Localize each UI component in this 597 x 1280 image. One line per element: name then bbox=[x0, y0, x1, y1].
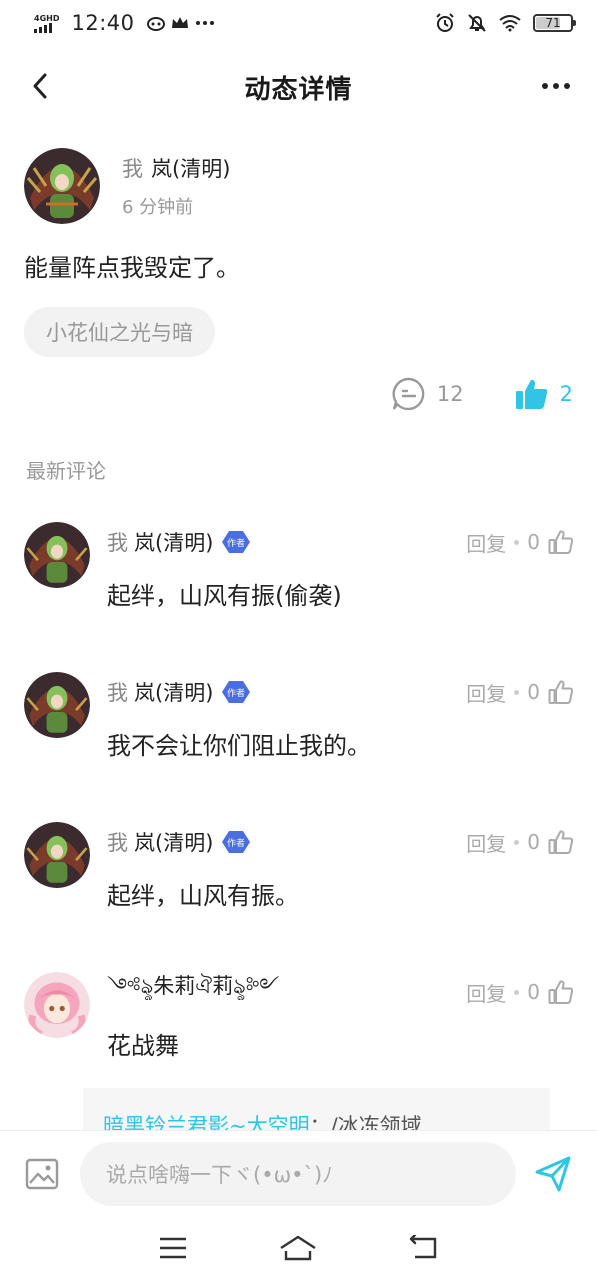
like-count: 2 bbox=[559, 382, 573, 406]
comment-like-icon[interactable] bbox=[548, 529, 574, 555]
system-nav-bar bbox=[0, 1216, 597, 1280]
comment-button[interactable]: 12 bbox=[391, 376, 464, 412]
author-name-text: 岚(清明) bbox=[151, 157, 231, 181]
author-badge-icon: 作者 bbox=[221, 830, 251, 854]
battery-icon: 71 bbox=[533, 14, 576, 32]
reply-button[interactable]: 回复 bbox=[466, 978, 506, 1007]
commenter-name-text: 岚(清明) bbox=[134, 681, 214, 705]
commenter-name[interactable]: ༺ৡ朱莉ঐ莉ৡ༻ bbox=[107, 963, 279, 1022]
comment-count: 12 bbox=[436, 382, 464, 406]
comment-text: 花战舞 bbox=[107, 1032, 179, 1060]
separator-dot bbox=[514, 689, 520, 695]
post-time: 6 分钟前 bbox=[122, 197, 194, 218]
app-face-icon bbox=[146, 17, 165, 31]
battery-level: 71 bbox=[545, 16, 561, 30]
commenter-name-text: 岚(清明) bbox=[134, 831, 214, 855]
like-button[interactable]: 2 bbox=[514, 376, 573, 412]
thumbs-up-icon bbox=[515, 379, 547, 409]
nav-back-button[interactable] bbox=[402, 1228, 446, 1268]
image-icon bbox=[25, 1158, 59, 1189]
author-badge-text: 作者 bbox=[227, 687, 245, 699]
menu-icon bbox=[159, 1237, 186, 1259]
back-button[interactable] bbox=[22, 68, 58, 104]
crown-icon bbox=[171, 17, 188, 28]
topic-tag[interactable]: 小花仙之光与暗 bbox=[24, 307, 215, 357]
reply-button[interactable]: 回复 bbox=[466, 828, 506, 857]
author-badge-text: 作者 bbox=[227, 537, 245, 549]
commenter-prefix: 我 bbox=[107, 531, 128, 555]
separator-dot bbox=[514, 989, 520, 995]
alarm-icon bbox=[436, 13, 454, 32]
mute-bell-icon bbox=[468, 14, 486, 32]
comment-bubble-icon bbox=[392, 377, 425, 411]
reply-button[interactable]: 回复 bbox=[466, 528, 506, 557]
send-button[interactable] bbox=[531, 1152, 575, 1196]
commenter-name[interactable]: 我岚(清明) bbox=[107, 827, 213, 857]
wifi-icon bbox=[499, 15, 521, 32]
commenter-prefix: 我 bbox=[107, 681, 128, 705]
author-badge-icon: 作者 bbox=[221, 680, 251, 704]
comment-text: 起绊，山风有振(偷袭) bbox=[107, 582, 342, 610]
post-content: 能量阵点我毁定了。 bbox=[24, 254, 240, 282]
comment-like-icon[interactable] bbox=[548, 679, 574, 705]
more-dot-icon bbox=[542, 83, 548, 89]
comment-input[interactable]: 说点啥嗨一下ヾ(•ω•`)ﾉ bbox=[80, 1141, 516, 1206]
home-icon bbox=[280, 1235, 317, 1261]
author-badge-icon: 作者 bbox=[221, 530, 251, 554]
commenter-name[interactable]: 我岚(清明) bbox=[107, 677, 213, 707]
author-avatar[interactable] bbox=[24, 148, 100, 224]
page-title: 动态详情 bbox=[244, 74, 353, 105]
separator-dot bbox=[514, 839, 520, 845]
comment-like-icon[interactable] bbox=[548, 829, 574, 855]
post-actions: 12 2 bbox=[391, 376, 573, 412]
send-icon bbox=[535, 1156, 571, 1191]
return-icon bbox=[409, 1235, 437, 1259]
network-type: 4GHD bbox=[34, 13, 60, 23]
cell-signal-icon: 4GHD bbox=[34, 14, 59, 33]
comment-like-count: 0 bbox=[527, 830, 540, 854]
author-name[interactable]: 我岚(清明) bbox=[122, 153, 230, 183]
comment-like-count: 0 bbox=[527, 530, 540, 554]
back-arrow-icon bbox=[33, 73, 47, 99]
nav-menu-button[interactable] bbox=[151, 1228, 195, 1268]
comment-like-icon[interactable] bbox=[548, 979, 574, 1005]
commenter-name-text: 岚(清明) bbox=[134, 531, 214, 555]
status-bar: 4GHD 12:40 71 bbox=[0, 0, 597, 46]
more-dot-icon bbox=[564, 83, 570, 89]
nav-home-button[interactable] bbox=[276, 1228, 320, 1268]
commenter-prefix: 我 bbox=[107, 831, 128, 855]
comment-text: 我不会让你们阻止我的。 bbox=[107, 732, 371, 760]
more-dot-icon bbox=[553, 83, 559, 89]
latest-comments-label: 最新评论 bbox=[26, 459, 106, 483]
commenter-avatar[interactable] bbox=[24, 522, 90, 588]
more-options-button[interactable] bbox=[539, 74, 573, 98]
commenter-avatar[interactable] bbox=[24, 672, 90, 738]
comment-text: 起绊，山风有振。 bbox=[107, 882, 299, 910]
separator-dot bbox=[514, 539, 520, 545]
more-notifications-icon bbox=[195, 21, 214, 25]
image-button[interactable] bbox=[22, 1154, 62, 1194]
reply-button[interactable]: 回复 bbox=[466, 678, 506, 707]
commenter-avatar[interactable] bbox=[24, 822, 90, 888]
commenter-name[interactable]: 我岚(清明) bbox=[107, 527, 213, 557]
comment-like-count: 0 bbox=[527, 680, 540, 704]
top-header: 动态详情 bbox=[0, 50, 597, 124]
comment-input-bar: 说点啥嗨一下ヾ(•ω•`)ﾉ bbox=[0, 1130, 597, 1216]
status-time: 12:40 bbox=[71, 11, 135, 35]
comment-like-count: 0 bbox=[527, 980, 540, 1004]
commenter-avatar[interactable] bbox=[24, 972, 90, 1038]
author-badge-text: 作者 bbox=[227, 837, 245, 849]
author-prefix: 我 bbox=[122, 157, 143, 181]
post-author: 我岚(清明) 6 分钟前 bbox=[24, 148, 230, 224]
